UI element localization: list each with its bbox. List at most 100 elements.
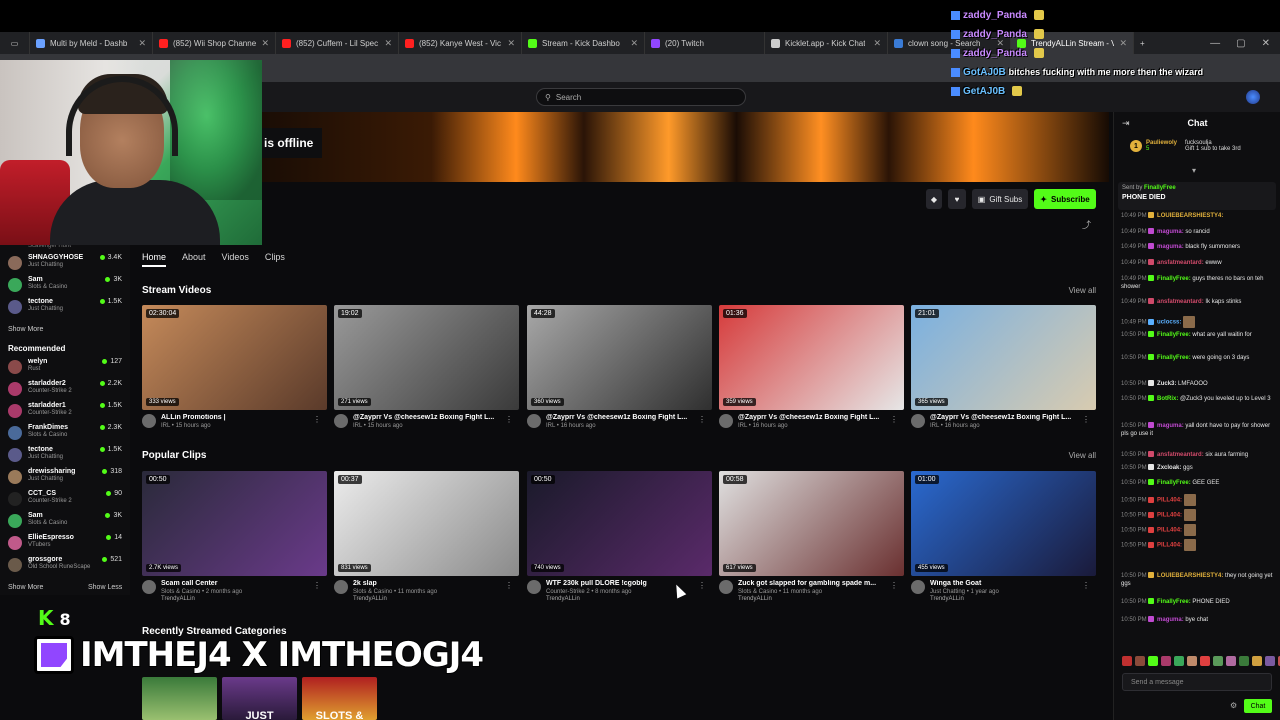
tab-close-icon[interactable]: ✕ (873, 38, 881, 49)
minimize-icon[interactable]: — (1210, 38, 1220, 49)
emote-icon[interactable] (1148, 656, 1158, 666)
show-more-following[interactable]: Show More (8, 326, 43, 333)
card-category[interactable]: IRL (930, 423, 939, 429)
thumbnail[interactable]: 44:28 360 views (527, 305, 712, 410)
chat-username[interactable]: PILL404: (1157, 498, 1182, 504)
new-tab-button[interactable]: + (1134, 32, 1151, 54)
stream-videos-view-all[interactable]: View all (1069, 286, 1096, 295)
card-title[interactable]: Winga the Goat (930, 580, 1080, 587)
card-title[interactable]: Zuck got slapped for gambling spade m... (738, 580, 888, 587)
emote-icon[interactable] (1213, 656, 1223, 666)
show-less-recommended[interactable]: Show Less (88, 584, 122, 591)
share-icon[interactable]: ⤴ (1082, 218, 1091, 231)
emote-icon[interactable] (1239, 656, 1249, 666)
more-options-icon[interactable]: ⋮ (313, 581, 321, 590)
clip-card[interactable]: 00:50 2.7K views Scam call Center Slots & C… (142, 471, 327, 602)
chat-username[interactable]: maguma: (1157, 244, 1184, 250)
chat-username[interactable]: Zuck3: (1157, 381, 1176, 387)
chat-username[interactable]: maguma: (1157, 423, 1184, 429)
chat-username[interactable]: LOUIEBEARSHIESTY4: (1157, 573, 1223, 579)
tab-videos[interactable]: Videos (222, 252, 249, 267)
search-input[interactable]: ⚲ Search (536, 88, 746, 106)
video-card[interactable]: 02:30:04 333 views ALLin Promotions | IRL •… (142, 305, 327, 429)
card-title[interactable]: ALLin Promotions | (161, 414, 311, 421)
sidebar-channel[interactable]: Sam Slots & Casino 3K (8, 276, 122, 298)
maximize-icon[interactable]: ▢ (1236, 38, 1245, 49)
more-options-icon[interactable]: ⋮ (313, 415, 321, 424)
thumbnail[interactable]: 02:30:04 333 views (142, 305, 327, 410)
clip-card[interactable]: 00:37 831 views 2k slap Slots & Casino • 11… (334, 471, 519, 602)
channel-avatar[interactable] (142, 414, 156, 428)
user-avatar[interactable] (1246, 90, 1260, 104)
channel-avatar[interactable] (911, 580, 925, 594)
tab-close-icon[interactable]: ✕ (1119, 38, 1127, 49)
sidebar-channel[interactable]: EllieEspresso VTubers 14 (8, 534, 122, 556)
sidebar-channel[interactable]: welyn Rust 127 (8, 358, 122, 380)
card-title[interactable]: @Zayprr Vs @cheesew1z Boxing Fight L... (930, 414, 1080, 421)
more-options-icon[interactable]: ⋮ (698, 415, 706, 424)
chat-username[interactable]: uclocss: (1157, 320, 1181, 326)
chat-username[interactable]: FinallyFree: (1157, 276, 1191, 282)
tab-close-icon[interactable]: ✕ (384, 38, 392, 49)
card-title[interactable]: @Zayprr Vs @cheesew1z Boxing Fight L... (353, 414, 503, 421)
sidebar-channel[interactable]: Sam Slots & Casino 3K (8, 512, 122, 534)
card-category[interactable]: Counter-Strike 2 (546, 589, 590, 595)
thumbnail[interactable]: 19:02 271 views (334, 305, 519, 410)
sidebar-channel[interactable]: FrankDimes Slots & Casino 2.3K (8, 424, 122, 446)
thumbnail[interactable]: 00:50 2.7K views (142, 471, 327, 576)
emote-icon[interactable] (1135, 656, 1145, 666)
card-channel[interactable]: TrendyALLin (353, 596, 503, 602)
emote-icon[interactable] (1187, 656, 1197, 666)
chat-username[interactable]: ansfatmeantard: (1157, 299, 1204, 305)
video-card[interactable]: 21:01 365 views @Zayprr Vs @cheesew1z Boxi… (911, 305, 1096, 429)
chat-username[interactable]: FinallyFree: (1157, 332, 1191, 338)
browser-tab[interactable]: (852) Wii Shop Channe ✕ (153, 32, 276, 54)
popular-clips-view-all[interactable]: View all (1069, 451, 1096, 460)
chat-username[interactable]: PILL404: (1157, 513, 1182, 519)
chat-username[interactable]: FinallyFree: (1157, 355, 1191, 361)
channel-avatar[interactable] (334, 414, 348, 428)
sidebar-channel[interactable]: starladder1 Counter-Strike 2 1.5K (8, 402, 122, 424)
card-channel[interactable]: TrendyALLin (161, 596, 311, 602)
card-category[interactable]: IRL (738, 423, 747, 429)
channel-avatar[interactable] (142, 580, 156, 594)
sidebar-channel[interactable]: tectone Just Chatting 1.5K (8, 298, 122, 320)
sidebar-channel[interactable]: tectone Just Chatting 1.5K (8, 446, 122, 468)
emote-icon[interactable] (1265, 656, 1275, 666)
chat-username[interactable]: PILL404: (1157, 543, 1182, 549)
channel-avatar[interactable] (527, 580, 541, 594)
more-options-icon[interactable]: ⋮ (890, 415, 898, 424)
emote-icon[interactable] (1226, 656, 1236, 666)
tab-close-icon[interactable]: ✕ (507, 38, 515, 49)
chat-username[interactable]: maguma: (1157, 617, 1184, 623)
category-card[interactable] (142, 677, 217, 720)
follow-heart-icon[interactable]: ♥ (948, 189, 966, 209)
card-category[interactable]: IRL (546, 423, 555, 429)
video-card[interactable]: 01:36 359 views @Zayprr Vs @cheesew1z Boxi… (719, 305, 904, 429)
card-channel[interactable]: TrendyALLin (546, 596, 696, 602)
card-category[interactable]: Slots & Casino (353, 589, 392, 595)
show-more-recommended[interactable]: Show More (8, 584, 43, 591)
chat-input[interactable]: Send a message (1122, 673, 1272, 691)
more-options-icon[interactable]: ⋮ (505, 415, 513, 424)
emote-icon[interactable] (1200, 656, 1210, 666)
video-card[interactable]: 19:02 271 views @Zayprr Vs @cheesew1z Boxi… (334, 305, 519, 429)
more-options-icon[interactable]: ⋮ (890, 581, 898, 590)
sidebar-channel[interactable]: SHNAGGYHOSE Just Chatting 3.4K (8, 254, 122, 276)
thumbnail[interactable]: 01:36 359 views (719, 305, 904, 410)
card-title[interactable]: 2k slap (353, 580, 503, 587)
chat-username[interactable]: ansfatmeantard: (1157, 260, 1204, 266)
category-card[interactable]: JUST (222, 677, 297, 720)
clip-card[interactable]: 00:58 617 views Zuck got slapped for gambl… (719, 471, 904, 602)
tab-clips[interactable]: Clips (265, 252, 285, 267)
card-category[interactable]: Slots & Casino (161, 589, 200, 595)
sidebar-channel[interactable]: CCT_CS Counter-Strike 2 90 (8, 490, 122, 512)
browser-tab[interactable]: (20) Twitch (645, 32, 765, 54)
gift-expand-icon[interactable]: ▾ (1192, 166, 1196, 175)
browser-tab[interactable]: Multi by Meld - Dashb ✕ (30, 32, 153, 54)
thumbnail[interactable]: 00:58 617 views (719, 471, 904, 576)
chat-username[interactable]: LOUIEBEARSHIESTY4: (1157, 213, 1223, 219)
chat-username[interactable]: FinallyFree: (1157, 480, 1191, 486)
emote-icon[interactable] (1161, 656, 1171, 666)
card-title[interactable]: @Zayprr Vs @cheesew1z Boxing Fight L... (738, 414, 888, 421)
